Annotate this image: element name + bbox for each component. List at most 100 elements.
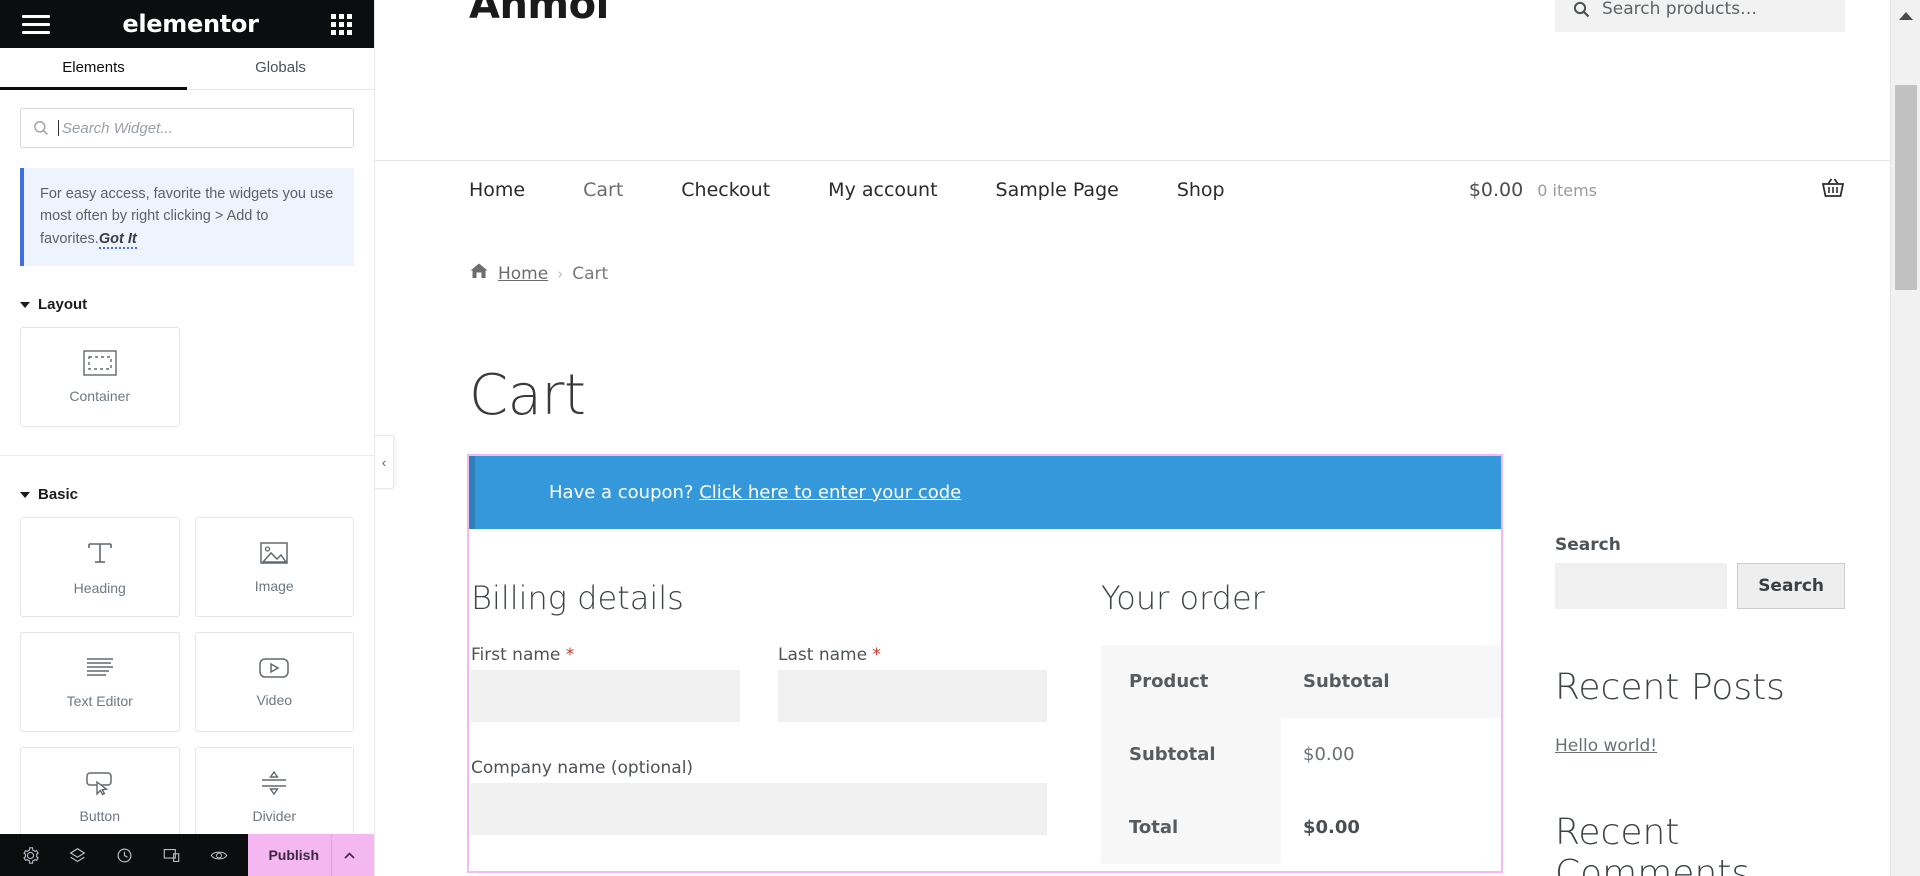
company-name-label: Company name (optional) <box>471 758 694 778</box>
billing-heading: Billing details <box>471 579 684 617</box>
section-basic: Basic Heading Image Text Editor Video Bu… <box>0 486 374 848</box>
widget-search-wrap: Search Widget... <box>0 90 374 148</box>
button-cursor-icon <box>86 772 112 797</box>
widget-divider[interactable]: Divider <box>194 747 354 848</box>
product-search-input[interactable]: Search products… <box>1555 0 1845 32</box>
product-search-placeholder: Search products… <box>1602 0 1758 19</box>
footer-icon-group <box>0 846 248 864</box>
divider-icon <box>262 771 287 796</box>
section-layout: Layout Container <box>0 296 374 428</box>
content-row: Cart Have a coupon? Click here to enter … <box>375 285 1903 876</box>
last-name-label-text: Last name <box>778 645 868 665</box>
scroll-up-arrow[interactable] <box>1898 12 1913 20</box>
elementor-logo: elementor <box>122 10 259 38</box>
sidebar-search-button[interactable]: Search <box>1737 563 1845 609</box>
widget-text-editor[interactable]: Text Editor <box>20 632 180 733</box>
widget-container-label: Container <box>69 388 131 405</box>
shopping-basket-icon[interactable] <box>1821 177 1845 203</box>
page-scrollbar[interactable] <box>1890 0 1920 876</box>
section-divider <box>0 455 374 457</box>
grid-apps-icon[interactable] <box>331 13 352 35</box>
collapse-panel-handle[interactable]: ‹ <box>375 435 394 489</box>
coupon-prompt: Have a coupon? <box>549 482 694 503</box>
widget-image[interactable]: Image <box>194 517 354 618</box>
last-name-label: Last name * <box>778 645 1047 665</box>
search-widget-label: Search <box>1555 535 1621 555</box>
section-basic-title: Basic <box>38 486 79 504</box>
widget-button[interactable]: Button <box>20 747 180 848</box>
tab-elements[interactable]: Elements <box>0 48 187 90</box>
scrollbar-thumb[interactable] <box>1895 85 1917 290</box>
home-icon[interactable] <box>469 262 489 285</box>
checkout-form: Billing details First name * Last name *… <box>469 529 1501 871</box>
name-row: First name * Last name * <box>471 645 1047 722</box>
nav-item-my-account[interactable]: My account <box>828 179 937 201</box>
hamburger-icon[interactable] <box>22 14 50 34</box>
last-name-input[interactable] <box>778 670 1047 722</box>
image-icon <box>260 542 288 565</box>
widget-heading[interactable]: Heading <box>20 517 180 618</box>
order-total-label: Total <box>1101 791 1281 864</box>
chevron-up-icon[interactable] <box>344 847 355 863</box>
widget-button-label: Button <box>79 808 120 825</box>
chevron-down-icon <box>20 301 30 308</box>
order-row-total: Total $0.00 <box>1101 791 1501 864</box>
nav-item-home[interactable]: Home <box>469 179 525 201</box>
company-name-field: Company name (optional) <box>471 758 1047 835</box>
publish-divider <box>331 834 332 876</box>
breadcrumb-separator: › <box>557 264 564 283</box>
company-name-input[interactable] <box>471 783 1047 835</box>
checkout-widget-wrapper[interactable]: Have a coupon? Click here to enter your … <box>467 454 1503 873</box>
recent-post-link[interactable]: Hello world! <box>1555 736 1657 756</box>
publish-button[interactable]: Publish <box>248 834 374 876</box>
coupon-notice: Have a coupon? Click here to enter your … <box>469 456 1501 529</box>
search-widget-input[interactable]: Search Widget... <box>20 108 354 148</box>
site-preview: Anmol Search products… Home Cart Checkou… <box>375 0 1920 876</box>
first-name-input[interactable] <box>471 670 740 722</box>
got-it-button[interactable]: Got It <box>98 230 137 249</box>
order-col-subtotal: Subtotal <box>1281 645 1501 718</box>
search-icon <box>34 121 48 135</box>
nav-item-sample-page[interactable]: Sample Page <box>996 179 1119 201</box>
billing-details: Billing details First name * Last name *… <box>469 567 1047 871</box>
elementor-panel: elementor Elements Globals Search Widget… <box>0 0 375 876</box>
order-subtotal-value: $0.00 <box>1303 744 1355 765</box>
tab-globals[interactable]: Globals <box>187 48 374 90</box>
cart-summary[interactable]: $0.00 0 items <box>1469 177 1845 203</box>
widget-container[interactable]: Container <box>20 327 180 428</box>
cart-item-count: 0 items <box>1537 180 1597 200</box>
settings-gear-icon[interactable] <box>22 846 39 864</box>
nav-item-shop[interactable]: Shop <box>1177 179 1225 201</box>
recent-comments-title: Recent Comments <box>1555 812 1751 876</box>
basic-widget-grid: Heading Image Text Editor Video Button D… <box>20 517 354 848</box>
favorites-notice: For easy access, favorite the widgets yo… <box>20 168 354 267</box>
order-summary: Your order Product Subtotal Subtotal $0.… <box>1101 567 1501 871</box>
panel-header: elementor <box>0 0 374 48</box>
section-layout-header[interactable]: Layout <box>20 296 354 313</box>
widget-divider-label: Divider <box>252 808 297 825</box>
section-basic-header[interactable]: Basic <box>20 486 354 503</box>
first-name-label-text: First name <box>471 645 561 665</box>
sidebar-search-input[interactable] <box>1555 563 1728 609</box>
widget-heading-label: Heading <box>73 580 126 597</box>
widget-image-label: Image <box>254 578 294 595</box>
site-title[interactable]: Anmol <box>469 0 609 28</box>
order-row-subtotal: Subtotal $0.00 <box>1101 718 1501 791</box>
order-subtotal-label: Subtotal <box>1101 718 1281 791</box>
preview-eye-icon[interactable] <box>210 847 228 864</box>
widget-text-editor-label: Text Editor <box>66 693 133 710</box>
video-play-icon <box>259 658 289 679</box>
nav-item-cart[interactable]: Cart <box>583 179 623 201</box>
coupon-link[interactable]: Click here to enter your code <box>699 482 961 503</box>
last-name-field: Last name * <box>778 645 1047 722</box>
order-table-header-row: Product Subtotal <box>1101 645 1501 718</box>
page-title: Cart <box>469 363 586 428</box>
wordpress-site: Anmol Search products… Home Cart Checkou… <box>375 0 1903 876</box>
order-total-value: $0.00 <box>1303 817 1360 838</box>
widget-video[interactable]: Video <box>194 632 354 733</box>
navigator-icon[interactable] <box>69 847 86 864</box>
responsive-icon[interactable] <box>163 847 180 864</box>
nav-item-checkout[interactable]: Checkout <box>681 179 770 201</box>
breadcrumb-home[interactable]: Home <box>498 264 548 284</box>
history-icon[interactable] <box>116 847 133 864</box>
